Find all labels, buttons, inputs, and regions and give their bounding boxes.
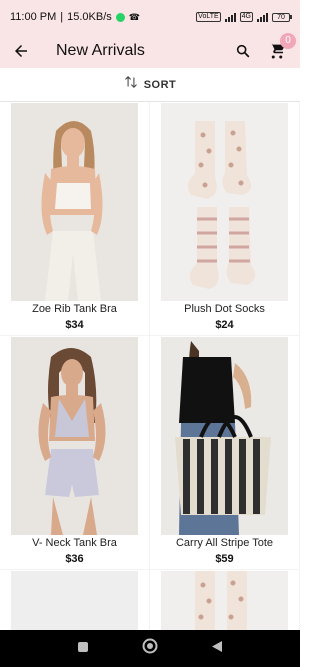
status-left: 11:00 PM | 15.0KB/s ☎ [10, 11, 140, 23]
battery-cap [290, 15, 292, 19]
volte-icon-2: 4G [239, 12, 253, 22]
app-bar: New Arrivals 0 [0, 33, 300, 68]
signal-icon [224, 12, 236, 22]
product-image[interactable] [11, 571, 138, 630]
product-price: $59 [215, 553, 234, 565]
volte-icon: VoLTE [196, 12, 221, 22]
product-image[interactable] [11, 337, 138, 535]
sort-button[interactable]: SORT [0, 68, 300, 102]
status-right: VoLTE 4G 70 [196, 12, 292, 22]
product-price: $34 [65, 319, 84, 331]
signal-icon-2 [257, 12, 268, 22]
status-bar: 11:00 PM | 15.0KB/s ☎ VoLTE 4G 70 [0, 0, 300, 34]
product-price: $24 [215, 319, 234, 331]
call-icon: ☎ [128, 11, 140, 22]
product-name: Zoe Rib Tank Bra [32, 303, 117, 315]
product-image[interactable] [161, 337, 288, 535]
product-card[interactable] [150, 570, 299, 630]
product-card[interactable]: Carry All Stripe Tote $59 [150, 336, 299, 569]
back-arrow-icon[interactable] [10, 40, 32, 62]
sort-label: SORT [143, 78, 177, 91]
product-image[interactable] [161, 571, 288, 630]
status-time: 11:00 PM [10, 11, 57, 23]
product-price: $36 [65, 553, 84, 565]
product-image[interactable] [161, 103, 288, 301]
product-card[interactable]: V- Neck Tank Bra $36 [0, 336, 149, 569]
search-icon[interactable] [230, 38, 256, 64]
whatsapp-icon [115, 12, 125, 22]
system-nav-bar [0, 630, 300, 667]
product-name: V- Neck Tank Bra [32, 537, 117, 549]
page-title: New Arrivals [56, 42, 145, 59]
product-card[interactable] [0, 570, 149, 630]
cart-count-badge: 0 [280, 33, 296, 49]
battery-level: 70 [272, 12, 290, 22]
battery-icon: 70 [272, 12, 292, 22]
back-icon[interactable] [211, 640, 223, 658]
product-name: Carry All Stripe Tote [175, 537, 273, 549]
home-icon[interactable] [142, 638, 158, 659]
status-divider: | [60, 11, 64, 23]
recents-icon[interactable] [77, 640, 89, 658]
product-name: Plush Dot Socks [184, 303, 265, 315]
cart-icon[interactable]: 0 [264, 33, 296, 64]
network-speed: 15.0KB/s [67, 11, 112, 23]
product-grid: Zoe Rib Tank Bra $34 Plush Dot Socks $24 [0, 102, 300, 630]
product-card[interactable]: Zoe Rib Tank Bra $34 [0, 102, 149, 335]
sort-arrows-icon [124, 75, 138, 94]
product-image[interactable] [11, 103, 138, 301]
product-card[interactable]: Plush Dot Socks $24 [150, 102, 299, 335]
